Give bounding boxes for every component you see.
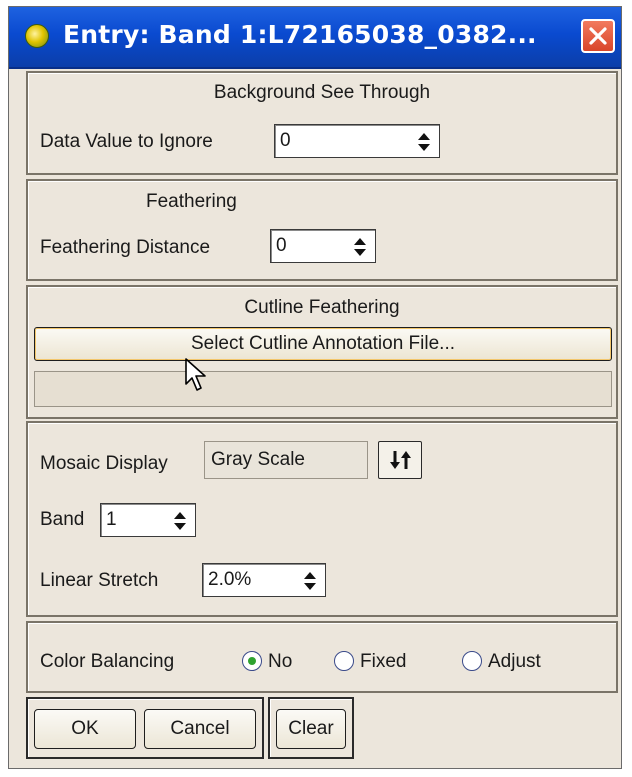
group-title-cutline: Cutline Feathering — [244, 297, 400, 318]
radio-no-label[interactable]: No — [268, 651, 292, 673]
band-label: Band — [40, 509, 85, 530]
band-spinbox[interactable]: 1 — [100, 503, 196, 537]
cancel-button[interactable]: Cancel — [144, 709, 256, 749]
app-globe-icon — [25, 24, 49, 48]
mosaic-display-value: Gray Scale — [211, 449, 305, 470]
clear-group: Clear — [268, 697, 354, 759]
mosaic-display-group: Mosaic Display Gray Scale Band 1 Linear … — [26, 421, 618, 617]
ok-cancel-group: OK Cancel — [26, 697, 264, 759]
color-balancing-group: Color Balancing No Fixed Adjust — [26, 621, 618, 693]
sort-toggle-icon — [390, 451, 411, 469]
radio-no[interactable] — [242, 651, 262, 671]
band-input[interactable]: 1 — [106, 509, 117, 531]
feathering-distance-input[interactable]: 0 — [276, 235, 287, 257]
spin-arrows-icon[interactable] — [303, 571, 317, 591]
clear-button[interactable]: Clear — [276, 709, 346, 749]
color-balancing-label: Color Balancing — [40, 651, 175, 672]
dialog-window: Entry: Band 1:L72165038_0382... Backgrou… — [8, 6, 622, 769]
cutline-feathering-group: Cutline Feathering Select Cutline Annota… — [26, 285, 618, 419]
title-bar[interactable]: Entry: Band 1:L72165038_0382... — [9, 7, 621, 69]
linear-stretch-input[interactable]: 2.0% — [208, 569, 251, 591]
data-value-label: Data Value to Ignore — [40, 131, 213, 152]
group-title-background: Background See Through — [213, 82, 431, 103]
spin-arrows-icon[interactable] — [353, 237, 367, 257]
radio-adjust-label[interactable]: Adjust — [488, 651, 541, 673]
radio-adjust[interactable] — [462, 651, 482, 671]
feathering-group: Feathering Feathering Distance 0 — [26, 179, 618, 281]
linear-stretch-spinbox[interactable]: 2.0% — [202, 563, 326, 597]
feathering-distance-spinbox[interactable]: 0 — [270, 229, 376, 263]
radio-fixed[interactable] — [334, 651, 354, 671]
background-see-through-group: Background See Through Data Value to Ign… — [26, 71, 618, 175]
mosaic-display-field[interactable]: Gray Scale — [204, 441, 368, 479]
data-value-input[interactable]: 0 — [280, 130, 291, 152]
spin-arrows-icon[interactable] — [173, 511, 187, 531]
radio-fixed-label[interactable]: Fixed — [360, 651, 406, 673]
cutline-file-field[interactable] — [34, 371, 612, 407]
linear-stretch-label: Linear Stretch — [40, 570, 159, 591]
close-icon — [589, 27, 607, 45]
window-title: Entry: Band 1:L72165038_0382... — [63, 20, 537, 49]
select-cutline-file-button[interactable]: Select Cutline Annotation File... — [34, 327, 612, 361]
feathering-distance-label: Feathering Distance — [40, 237, 211, 258]
ok-button[interactable]: OK — [34, 709, 136, 749]
mouse-cursor-icon — [185, 358, 206, 391]
group-title-feathering: Feathering — [146, 191, 237, 212]
close-button[interactable] — [581, 19, 615, 53]
mosaic-display-toggle-button[interactable] — [378, 441, 422, 479]
mosaic-display-label: Mosaic Display — [40, 453, 168, 474]
spin-arrows-icon[interactable] — [417, 132, 431, 152]
data-value-spinbox[interactable]: 0 — [274, 124, 440, 158]
